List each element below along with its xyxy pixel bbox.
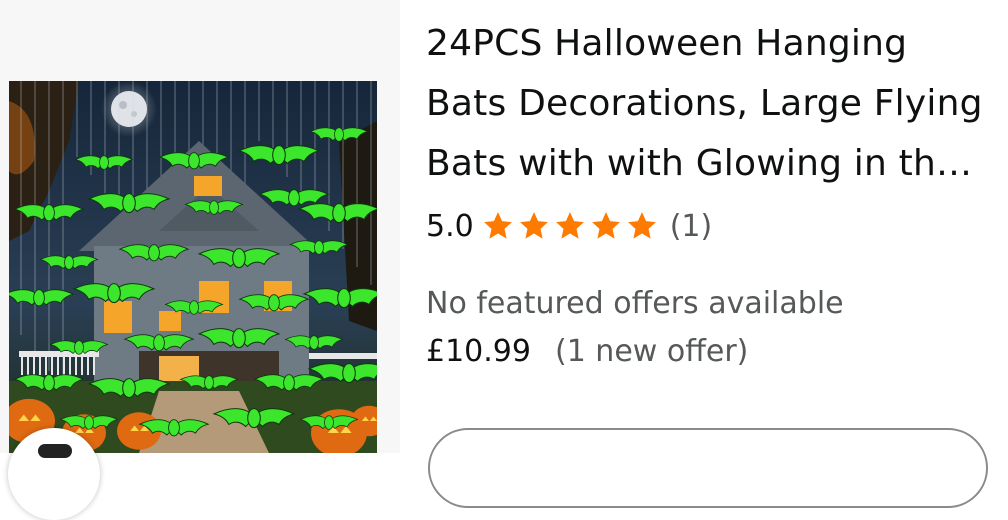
product-title[interactable]: 24PCS Halloween Hanging Bats Decorations… xyxy=(426,14,991,194)
product-details: 24PCS Halloween Hanging Bats Decorations… xyxy=(426,14,996,369)
star-icon xyxy=(627,212,656,239)
new-offer-link[interactable]: (1 new offer) xyxy=(555,334,748,369)
image-panel xyxy=(0,0,400,520)
see-all-buying-options-button[interactable] xyxy=(428,428,988,508)
star-icon xyxy=(519,212,548,239)
share-button[interactable] xyxy=(8,428,100,520)
price: £10.99 xyxy=(426,334,531,369)
product-image[interactable] xyxy=(9,81,377,453)
review-count[interactable]: (1) xyxy=(670,209,713,244)
rating-value: 5.0 xyxy=(426,208,474,244)
star-icon xyxy=(591,212,620,239)
price-row[interactable]: £10.99 (1 new offer) xyxy=(426,334,748,369)
rating-row[interactable]: 5.0 (1) xyxy=(426,206,712,246)
star-icon xyxy=(483,212,512,239)
share-icon xyxy=(38,444,72,458)
offers-status: No featured offers available xyxy=(426,286,844,321)
star-icon xyxy=(555,212,584,239)
star-rating xyxy=(480,209,660,243)
